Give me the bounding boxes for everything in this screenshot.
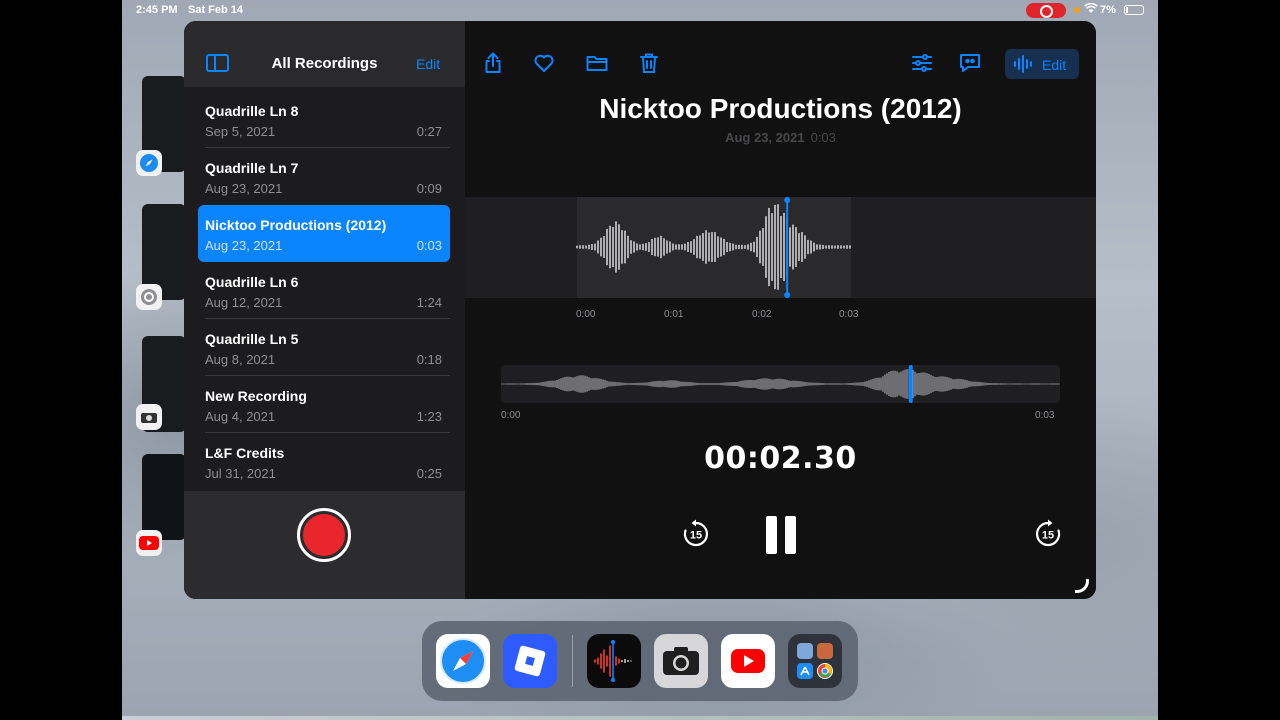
recording-duration: 0:25 xyxy=(416,466,442,481)
recording-duration: 0:09 xyxy=(416,181,442,196)
sidebar: All Recordings Edit Quadrille Ln 8 Sep 5… xyxy=(184,21,465,599)
recording-date: Aug 23, 2021 xyxy=(205,238,283,253)
recording-duration: 0:03 xyxy=(810,130,836,145)
waveform-zoom[interactable] xyxy=(465,197,1096,298)
waveform-overview-scrubber[interactable] xyxy=(501,365,1060,403)
waveform-edit-button[interactable]: Edit xyxy=(1005,49,1079,79)
battery-percent: 7% xyxy=(1100,4,1116,16)
youtube-icon[interactable] xyxy=(721,634,775,688)
skip-forward-icon: 15 xyxy=(1036,519,1061,547)
elapsed-time: 00:02.30 xyxy=(704,441,857,476)
dock xyxy=(422,621,858,701)
recording-duration: 0:18 xyxy=(416,352,442,367)
battery-icon xyxy=(1124,5,1144,15)
recording-name: Quadrille Ln 8 xyxy=(205,103,299,119)
sliders-icon[interactable] xyxy=(910,51,934,75)
recording-date: Aug 23, 2021 xyxy=(205,181,283,196)
overview-playhead[interactable] xyxy=(908,365,913,403)
list-item[interactable]: Quadrille Ln 5 Aug 8, 2021 0:18 xyxy=(198,319,450,376)
recording-name: New Recording xyxy=(205,388,307,404)
overview-end-label: 0:03 xyxy=(1035,410,1055,421)
recording-meta: Aug 23, 2021 0:03 xyxy=(465,130,1096,145)
timeline-tick: 0:03 xyxy=(839,309,859,320)
timeline-tick: 0:00 xyxy=(576,309,596,320)
app-library-icon[interactable] xyxy=(788,634,842,688)
recording-title: Nicktoo Productions (2012) xyxy=(599,93,962,124)
pause-button[interactable] xyxy=(766,516,796,554)
recording-name: Quadrille Ln 7 xyxy=(205,160,299,176)
overview-waveform xyxy=(501,365,1060,403)
playhead-knob[interactable] xyxy=(784,197,791,203)
recording-name: Nicktoo Productions (2012) xyxy=(205,217,387,233)
youtube-thumbnail[interactable] xyxy=(142,454,186,540)
waveform-graphic xyxy=(576,197,851,298)
sidebar-edit-button[interactable]: Edit xyxy=(416,56,440,72)
list-item[interactable]: Quadrille Ln 6 Aug 12, 2021 1:24 xyxy=(198,262,450,319)
recording-duration: 1:24 xyxy=(416,295,442,310)
screen-recording-indicator[interactable] xyxy=(1026,3,1066,18)
recording-duration: 0:27 xyxy=(416,124,442,139)
list-item-selected[interactable]: Nicktoo Productions (2012) Aug 23, 2021 … xyxy=(198,205,450,262)
recording-date: Aug 8, 2021 xyxy=(205,352,276,367)
folder-icon[interactable] xyxy=(585,51,609,75)
share-icon[interactable] xyxy=(481,51,505,75)
settings-icon[interactable] xyxy=(136,284,162,310)
recording-name: Quadrille Ln 5 xyxy=(205,331,299,347)
bottom-edge xyxy=(122,716,1158,720)
list-item[interactable]: L&F Credits Jul 31, 2021 0:25 xyxy=(198,433,450,490)
window-resize-handle[interactable] xyxy=(1075,579,1089,593)
safari-icon[interactable] xyxy=(436,634,490,688)
record-button[interactable] xyxy=(297,508,351,562)
waveform-icon xyxy=(1014,55,1032,73)
list-item[interactable]: New Recording Aug 4, 2021 1:23 xyxy=(198,376,450,433)
recording-duration: 0:03 xyxy=(416,238,442,253)
list-item[interactable]: Quadrille Ln 8 Sep 5, 2021 0:27 xyxy=(198,91,450,148)
skip-forward-15-button[interactable]: 15 xyxy=(1033,519,1063,549)
list-item[interactable]: Quadrille Ln 7 Aug 23, 2021 0:09 xyxy=(198,148,450,205)
trash-icon[interactable] xyxy=(637,51,661,75)
status-time: 2:45 PM xyxy=(136,4,178,16)
recording-date: Sep 5, 2021 xyxy=(205,124,276,139)
dock-separator xyxy=(572,635,573,687)
status-date: Sat Feb 14 xyxy=(188,4,244,16)
recording-date: Aug 23, 2021 xyxy=(725,130,805,145)
camera-icon[interactable] xyxy=(136,404,162,430)
record-area xyxy=(184,491,465,599)
skip-back-icon: 15 xyxy=(683,519,708,547)
camera-icon[interactable] xyxy=(654,634,708,688)
recording-duration: 1:23 xyxy=(416,409,442,424)
transcript-icon[interactable] xyxy=(958,51,982,75)
skip-forward-label: 15 xyxy=(1042,530,1054,542)
recording-date: Aug 4, 2021 xyxy=(205,409,276,424)
playhead-knob[interactable] xyxy=(784,292,791,298)
ipad-screen: 2:45 PM Sat Feb 14 7% ••• All Recordings… xyxy=(122,0,1158,720)
timeline-tick: 0:02 xyxy=(752,309,772,320)
recording-name: Quadrille Ln 6 xyxy=(205,274,299,290)
skip-back-label: 15 xyxy=(690,530,702,542)
recording-name: L&F Credits xyxy=(205,445,285,461)
youtube-icon[interactable] xyxy=(136,530,162,556)
recording-detail: Edit Nicktoo Productions (2012) Aug 23, … xyxy=(465,21,1096,599)
recording-date: Aug 12, 2021 xyxy=(205,295,283,310)
mic-in-use-dot xyxy=(1074,7,1080,13)
edit-label: Edit xyxy=(1042,57,1067,73)
skip-back-15-button[interactable]: 15 xyxy=(681,519,711,549)
safari-icon[interactable] xyxy=(136,150,162,176)
voice-memos-icon[interactable] xyxy=(587,634,641,688)
roblox-icon[interactable] xyxy=(503,634,557,688)
heart-icon[interactable] xyxy=(532,51,556,75)
recording-date: Jul 31, 2021 xyxy=(205,466,276,481)
overview-start-label: 0:00 xyxy=(501,410,521,421)
timeline-tick: 0:01 xyxy=(664,309,684,320)
voice-memos-window: ••• All Recordings Edit Quadrille Ln 8 S… xyxy=(184,21,1096,599)
status-bar: 2:45 PM Sat Feb 14 7% xyxy=(122,0,1158,20)
sidebar-header: All Recordings Edit xyxy=(184,21,465,87)
wifi-icon xyxy=(1084,2,1098,17)
